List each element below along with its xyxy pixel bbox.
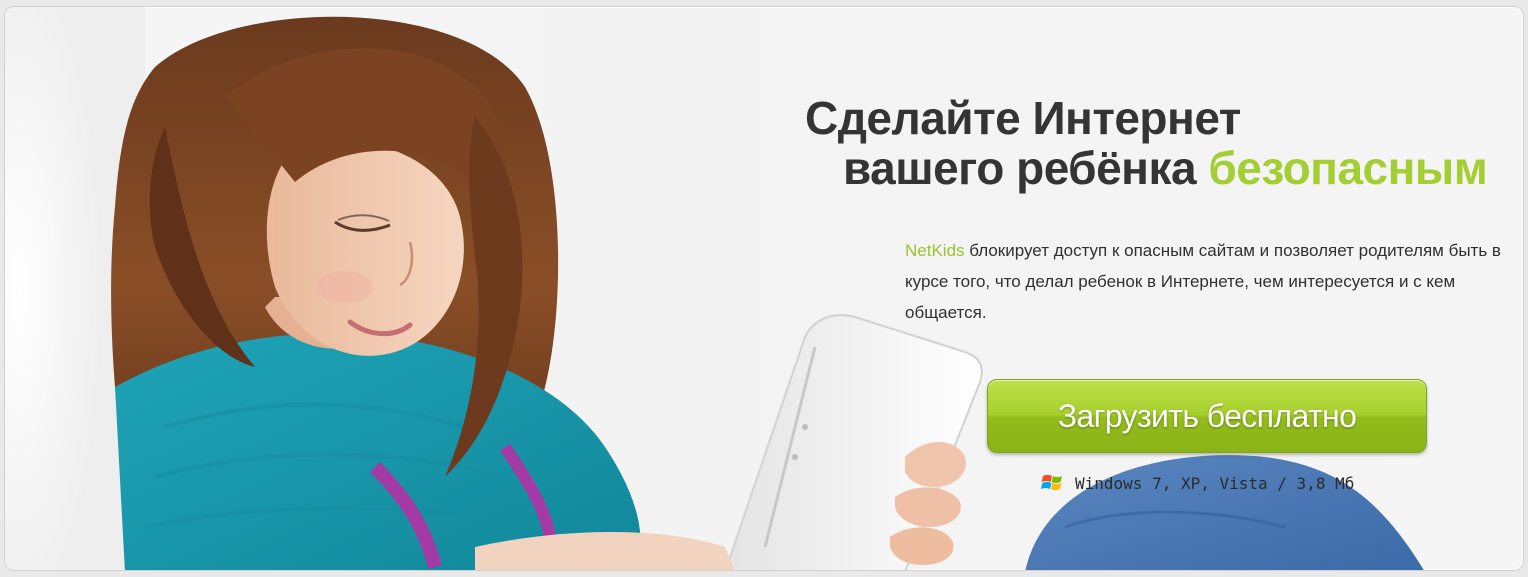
headline-accent-word: безопасным [1208, 142, 1488, 194]
windows-logo-icon [1041, 474, 1062, 491]
headline-line-2: вашего ребёнка безопасным [805, 142, 1488, 194]
headline-line-1: Сделайте Интернет [805, 92, 1241, 144]
download-free-button[interactable]: Загрузить бесплатно [987, 379, 1427, 453]
promo-banner: Сделайте Интернет вашего ребёнка безопас… [4, 6, 1524, 571]
brand-name: NetKids [905, 241, 965, 260]
os-info-text: Windows 7, XP, Vista / 3,8 Мб [1075, 473, 1355, 493]
os-requirements: Windows 7, XP, Vista / 3,8 Мб [1041, 471, 1354, 495]
download-button-label: Загрузить бесплатно [1057, 397, 1357, 434]
headline-line-2-text: вашего ребёнка [843, 142, 1197, 194]
banner-headline: Сделайте Интернет вашего ребёнка безопас… [805, 92, 1488, 194]
product-description: NetKids блокирует доступ к опасным сайта… [905, 235, 1505, 328]
description-text: блокирует доступ к опасным сайтам и позв… [905, 241, 1501, 322]
